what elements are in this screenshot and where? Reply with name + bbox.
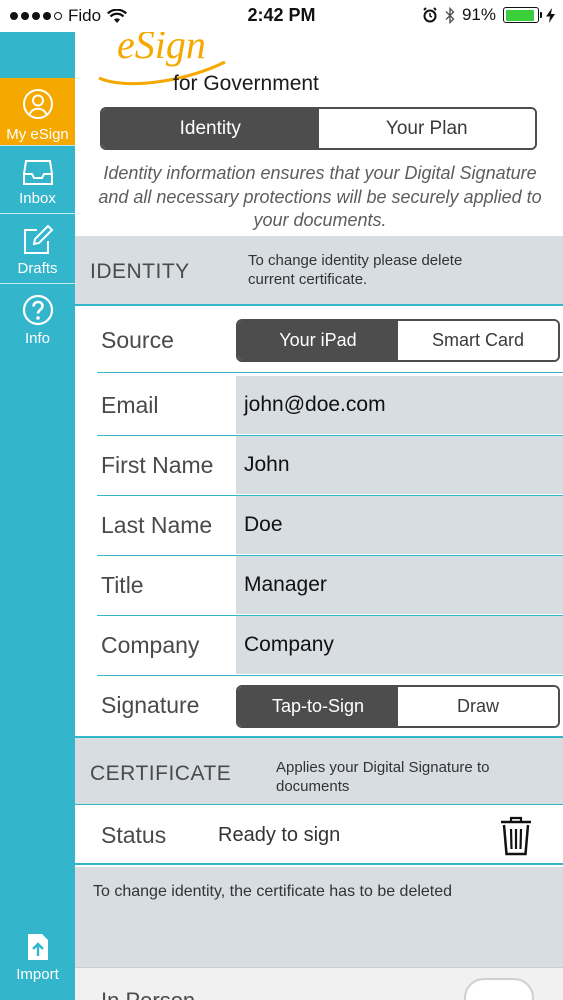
import-icon xyxy=(27,934,48,960)
source-option-ipad[interactable]: Your iPad xyxy=(238,321,398,360)
identity-intro-text: Identity information ensures that your D… xyxy=(98,163,542,230)
esign-logo: eSign for Government xyxy=(98,32,319,95)
email-row: Email john@doe.com xyxy=(97,376,563,436)
tab-your-plan[interactable]: Your Plan xyxy=(318,109,535,148)
identity-plan-tabs: Identity Your Plan xyxy=(100,107,537,150)
logo-subtitle: for Government xyxy=(173,72,319,95)
email-field[interactable]: john@doe.com xyxy=(236,376,563,434)
inbox-tray-icon xyxy=(22,160,53,185)
charging-bolt-icon xyxy=(546,7,555,23)
company-field[interactable]: Company xyxy=(236,616,563,674)
sidebar-item-drafts[interactable]: Drafts xyxy=(0,214,75,282)
status-bar: Fido 2:42 PM 91% xyxy=(0,0,563,32)
field-label: First Name xyxy=(101,451,214,478)
last-name-row: Last Name Doe xyxy=(97,496,563,556)
sidebar-item-label: Inbox xyxy=(19,190,56,207)
signature-row: Signature Tap-to-Sign Draw xyxy=(97,676,563,736)
field-label: Email xyxy=(101,391,159,418)
in-person-row: In Person xyxy=(75,967,563,1000)
field-label: Signature xyxy=(101,691,200,718)
in-person-toggle[interactable] xyxy=(464,978,534,1000)
sidebar-item-label: My eSign xyxy=(6,126,69,143)
person-circle-icon xyxy=(22,89,53,119)
import-label: Import xyxy=(16,966,59,983)
question-circle-icon xyxy=(22,294,53,326)
main-panel: eSign for Government Identity Your Plan … xyxy=(75,32,563,1000)
pencil-square-icon xyxy=(23,224,53,254)
last-name-field[interactable]: Doe xyxy=(236,496,563,554)
in-person-label: In Person xyxy=(101,988,195,1000)
status-value: Ready to sign xyxy=(218,824,341,846)
field-label: Last Name xyxy=(101,511,213,538)
trash-icon[interactable] xyxy=(500,816,532,856)
status-label: Status xyxy=(101,822,167,848)
change-identity-note: To change identity, the certificate has … xyxy=(93,883,453,900)
logo-brand: eSign xyxy=(117,32,206,67)
first-name-row: First Name John xyxy=(97,436,563,496)
bluetooth-icon xyxy=(445,6,455,24)
sidebar-item-my-esign[interactable]: My eSign xyxy=(0,78,75,145)
tab-identity[interactable]: Identity xyxy=(102,109,319,148)
section-note: Applies your Digital Signature to docume… xyxy=(276,759,490,795)
certificate-section-header: CERTIFICATE Applies your Digital Signatu… xyxy=(75,736,563,806)
source-row: Source Your iPad Smart Card xyxy=(97,310,563,373)
sidebar-item-label: Info xyxy=(24,330,51,347)
sidebar-item-label: Drafts xyxy=(17,260,58,277)
sidebar: My eSign Inbox Drafts Info Import xyxy=(0,32,75,1000)
first-name-field[interactable]: John xyxy=(236,436,563,494)
section-title: IDENTITY xyxy=(90,260,190,283)
source-option-smart-card[interactable]: Smart Card xyxy=(398,321,558,360)
field-label: Company xyxy=(101,631,200,658)
import-button[interactable]: Import xyxy=(0,932,75,992)
field-label: Title xyxy=(101,571,144,598)
signature-toggle: Tap-to-Sign Draw xyxy=(236,685,560,728)
signature-option-tap-to-sign[interactable]: Tap-to-Sign xyxy=(238,687,398,726)
change-identity-info: To change identity, the certificate has … xyxy=(75,867,563,967)
status-right: 91% xyxy=(422,5,555,25)
section-note: To change identity please delete current… xyxy=(248,252,463,288)
identity-section-header: IDENTITY To change identity please delet… xyxy=(75,236,563,306)
alarm-icon xyxy=(423,7,437,23)
section-title: CERTIFICATE xyxy=(90,762,232,785)
certificate-status-row: Status Ready to sign xyxy=(75,805,563,865)
title-field[interactable]: Manager xyxy=(236,556,563,614)
source-toggle: Your iPad Smart Card xyxy=(236,319,560,362)
battery-percent: 91% xyxy=(461,5,496,24)
battery-icon xyxy=(503,7,542,23)
sidebar-item-info[interactable]: Info xyxy=(0,284,75,350)
field-label: Source xyxy=(101,327,174,353)
signature-option-draw[interactable]: Draw xyxy=(398,687,558,726)
battery-fill xyxy=(505,9,534,21)
company-row: Company Company xyxy=(97,616,563,676)
title-row: Title Manager xyxy=(97,556,563,616)
sidebar-item-inbox[interactable]: Inbox xyxy=(0,146,75,212)
